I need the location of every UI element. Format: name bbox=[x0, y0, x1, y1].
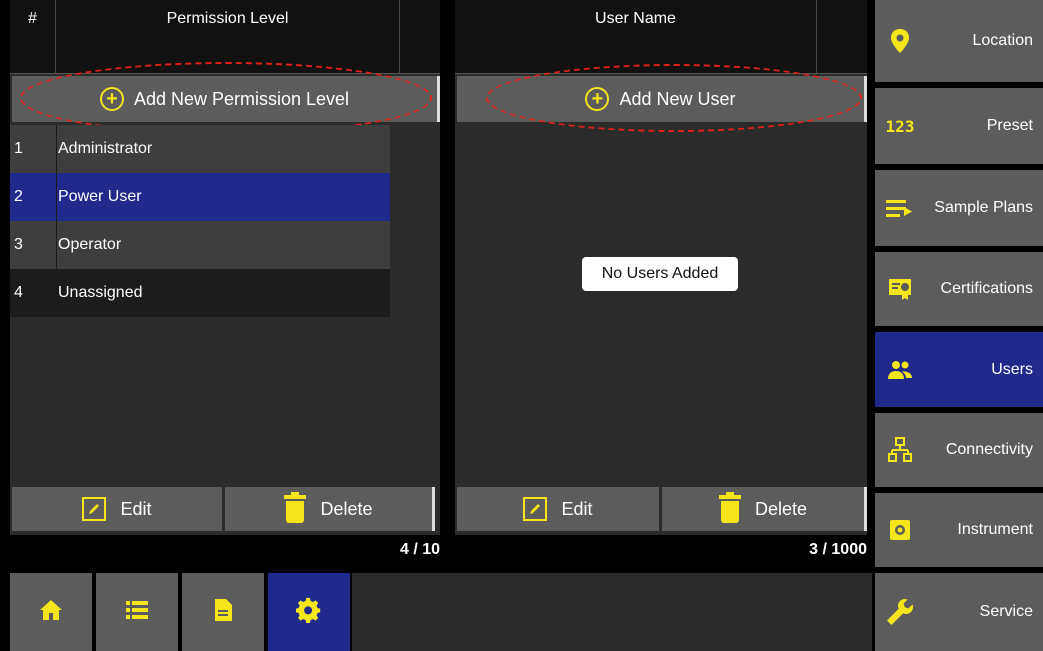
list-arrow-icon bbox=[885, 193, 915, 223]
list-icon bbox=[126, 600, 148, 624]
table-row[interactable]: 3 Operator bbox=[10, 221, 390, 269]
sidebar-item-label: Preset bbox=[986, 117, 1033, 134]
row-number: 1 bbox=[14, 140, 23, 157]
trash-icon bbox=[284, 492, 307, 523]
gear-icon bbox=[296, 597, 322, 628]
sidebar-item-label: Sample Plans bbox=[934, 199, 1033, 216]
settings-button[interactable] bbox=[268, 573, 350, 651]
plus-circle-icon: + bbox=[99, 87, 124, 111]
edit-user-button[interactable]: Edit bbox=[457, 487, 659, 531]
empty-state-message: No Users Added bbox=[582, 257, 738, 291]
document-button[interactable] bbox=[182, 573, 264, 651]
edit-icon bbox=[82, 497, 107, 521]
edit-label: Edit bbox=[120, 498, 152, 519]
wrench-icon bbox=[885, 597, 915, 627]
home-button[interactable] bbox=[10, 573, 92, 651]
plus-circle-icon: + bbox=[585, 87, 610, 111]
row-label: Operator bbox=[58, 236, 122, 253]
network-icon bbox=[885, 435, 915, 465]
sidebar-item-label: Connectivity bbox=[945, 441, 1033, 458]
row-number: 2 bbox=[14, 188, 23, 205]
sidebar-item-users[interactable]: Users bbox=[875, 332, 1043, 410]
column-header-user-name: User Name bbox=[455, 0, 817, 74]
users-header: User Name bbox=[455, 0, 867, 74]
sidebar-item-connectivity[interactable]: Connectivity bbox=[875, 413, 1043, 490]
permission-header: # Permission Level bbox=[10, 0, 440, 74]
add-permission-level-label: Add New Permission Level bbox=[133, 88, 350, 109]
column-header-number: # bbox=[10, 0, 56, 74]
table-row[interactable]: 4 Unassigned bbox=[10, 269, 390, 317]
column-divider bbox=[56, 125, 57, 317]
delete-user-button[interactable]: Delete bbox=[662, 487, 867, 531]
certificate-icon bbox=[885, 274, 915, 304]
sidebar-item-label: Users bbox=[991, 360, 1033, 378]
sidebar-item-label: Instrument bbox=[957, 521, 1033, 538]
delete-permission-button[interactable]: Delete bbox=[225, 487, 435, 531]
table-row[interactable]: 1 Administrator bbox=[10, 125, 390, 173]
location-pin-icon bbox=[885, 26, 915, 56]
123-icon: 123 bbox=[885, 116, 915, 136]
row-label: Administrator bbox=[58, 140, 153, 157]
row-number: 3 bbox=[14, 236, 23, 253]
edit-icon bbox=[523, 497, 548, 521]
sidebar-item-label: Service bbox=[979, 603, 1033, 620]
add-user-button[interactable]: + Add New User bbox=[457, 76, 867, 122]
sidebar-item-label: Certifications bbox=[940, 280, 1033, 297]
users-icon bbox=[885, 355, 915, 385]
document-icon bbox=[213, 598, 233, 627]
permission-count: 4 / 10 bbox=[399, 541, 440, 558]
sidebar-item-label: Location bbox=[972, 32, 1034, 49]
sidebar-item-service[interactable]: Service bbox=[875, 573, 1043, 651]
sidebar-item-sample-plans[interactable]: Sample Plans bbox=[875, 170, 1043, 249]
edit-label: Edit bbox=[561, 498, 593, 519]
bottom-nav-filler bbox=[352, 573, 872, 651]
sidebar-item-preset[interactable]: 123 Preset bbox=[875, 88, 1043, 167]
edit-permission-button[interactable]: Edit bbox=[12, 487, 222, 531]
trash-icon bbox=[718, 492, 741, 523]
sidebar-item-location[interactable]: Location bbox=[875, 0, 1043, 85]
column-header-permission-level: Permission Level bbox=[56, 0, 400, 74]
row-label: Power User bbox=[58, 188, 142, 205]
sidebar-item-certifications[interactable]: Certifications bbox=[875, 252, 1043, 329]
user-count: 3 / 1000 bbox=[809, 541, 867, 558]
list-button[interactable] bbox=[96, 573, 178, 651]
sidebar-item-instrument[interactable]: Instrument bbox=[875, 493, 1043, 570]
delete-label: Delete bbox=[320, 498, 373, 519]
delete-label: Delete bbox=[754, 498, 808, 519]
row-label: Unassigned bbox=[58, 284, 143, 301]
table-row-selected[interactable]: 2 Power User bbox=[10, 173, 390, 221]
instrument-icon bbox=[885, 515, 915, 545]
row-number: 4 bbox=[14, 284, 23, 301]
add-user-label: Add New User bbox=[619, 88, 736, 109]
add-permission-level-button[interactable]: + Add New Permission Level bbox=[12, 76, 440, 122]
home-icon bbox=[39, 599, 63, 626]
